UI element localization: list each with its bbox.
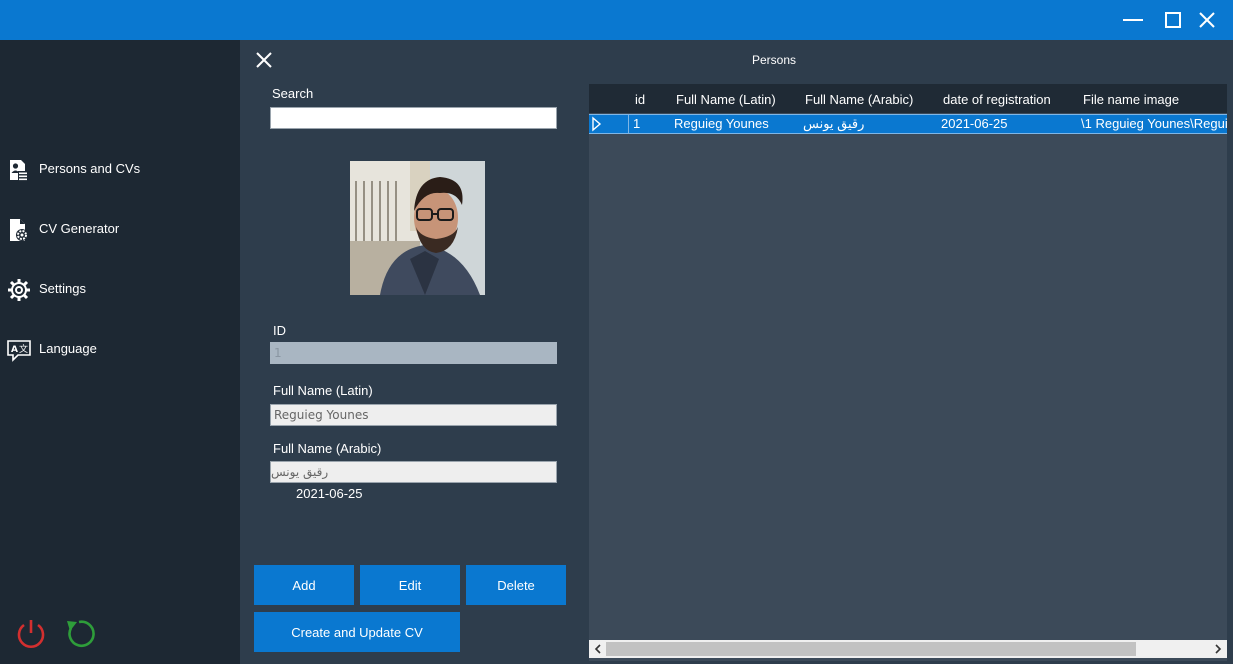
svg-text:A: A — [11, 345, 18, 355]
table-row[interactable]: 1 Reguieg Younes رقيق يونس 2021-06-25 \1… — [589, 114, 1227, 134]
language-icon: A 文 — [7, 338, 31, 362]
sidebar-item-label: Language — [39, 341, 97, 356]
page-title: Persons — [752, 53, 797, 67]
document-gear-icon — [7, 218, 31, 242]
search-label: Search — [272, 86, 314, 101]
persons-panel: Persons Search ID Fu — [240, 40, 1233, 664]
cell-file-name: \1 Reguieg Younes\Reguieg — [1081, 116, 1227, 131]
gear-icon — [7, 278, 31, 302]
search-input[interactable] — [270, 107, 557, 129]
sidebar-item-persons-and-cvs[interactable]: Persons and CVs — [0, 150, 240, 190]
grid-header: id Full Name (Latin) Full Name (Arabic) … — [589, 84, 1227, 113]
id-label: ID — [273, 323, 286, 338]
close-icon[interactable] — [254, 50, 274, 70]
row-selector[interactable] — [589, 115, 629, 133]
close-icon[interactable] — [1195, 8, 1219, 32]
column-header-arabic-name[interactable]: Full Name (Arabic) — [805, 92, 913, 107]
title-bar — [0, 0, 1233, 40]
edit-button[interactable]: Edit — [360, 565, 460, 605]
scroll-left-icon[interactable] — [590, 641, 606, 657]
column-header-date[interactable]: date of registration — [943, 92, 1051, 107]
create-update-cv-button[interactable]: Create and Update CV — [254, 612, 460, 652]
add-button[interactable]: Add — [254, 565, 354, 605]
sidebar-item-label: Persons and CVs — [39, 161, 141, 176]
power-icon[interactable] — [14, 617, 48, 651]
arabic-name-label: Full Name (Arabic) — [273, 441, 382, 456]
row-pointer-icon — [592, 116, 602, 132]
sidebar-item-label: Settings — [39, 281, 86, 296]
maximize-icon[interactable] — [1161, 8, 1185, 32]
latin-name-label: Full Name (Latin) — [273, 383, 373, 398]
cell-latin-name: Reguieg Younes — [674, 116, 769, 131]
id-field — [270, 342, 557, 364]
refresh-icon[interactable] — [63, 617, 97, 651]
column-header-id[interactable]: id — [635, 92, 645, 107]
delete-button[interactable]: Delete — [466, 565, 566, 605]
sidebar: Persons and CVs CV Generator Settings A … — [0, 40, 240, 664]
scroll-right-icon[interactable] — [1210, 641, 1226, 657]
sidebar-item-cv-generator[interactable]: CV Generator — [0, 210, 240, 250]
column-header-file-name[interactable]: File name image — [1083, 92, 1179, 107]
person-card-icon — [7, 158, 31, 182]
persons-grid[interactable]: id Full Name (Latin) Full Name (Arabic) … — [589, 84, 1227, 661]
svg-text:文: 文 — [19, 343, 28, 355]
latin-name-field[interactable] — [270, 404, 557, 426]
scrollbar-thumb[interactable] — [606, 642, 1136, 656]
horizontal-scrollbar[interactable] — [589, 640, 1227, 658]
registration-date: 2021-06-25 — [296, 486, 363, 501]
arabic-name-field[interactable] — [270, 461, 557, 483]
cell-date: 2021-06-25 — [941, 116, 1008, 131]
cell-arabic-name: رقيق يونس — [803, 116, 865, 131]
person-photo — [350, 161, 485, 295]
sidebar-item-settings[interactable]: Settings — [0, 270, 240, 310]
column-header-latin-name[interactable]: Full Name (Latin) — [676, 92, 776, 107]
minimize-icon[interactable] — [1121, 8, 1145, 32]
sidebar-item-language[interactable]: A 文 Language — [0, 330, 240, 370]
cell-id: 1 — [633, 116, 641, 131]
sidebar-item-label: CV Generator — [39, 221, 120, 236]
